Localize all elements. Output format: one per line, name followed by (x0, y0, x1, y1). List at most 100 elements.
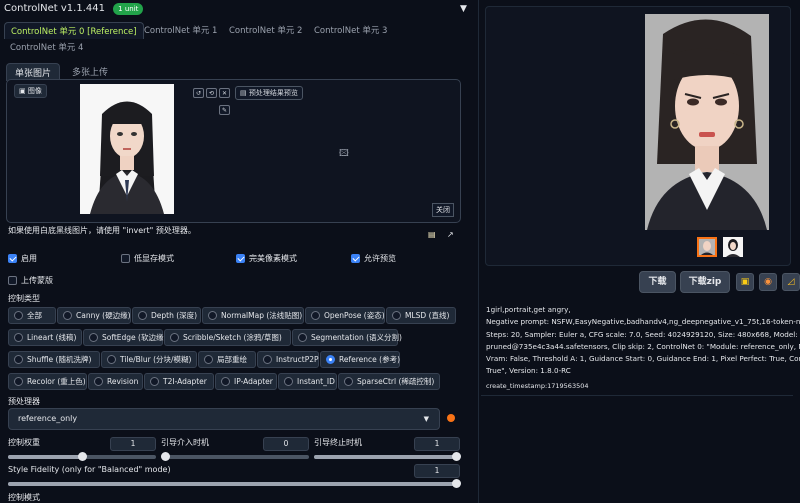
radio-label: Instant_ID (297, 377, 335, 386)
control-weight-slider[interactable] (8, 452, 156, 461)
control-type-normalmap[interactable]: NormalMap (法线贴图) (202, 307, 304, 324)
tab-batch-upload[interactable]: 多张上传 (64, 63, 116, 80)
radio-label: SparseCtrl (稀疏控制) (357, 377, 435, 386)
enable-checkbox[interactable]: 启用 (8, 253, 37, 264)
radio-label: InstructP2P (276, 355, 319, 364)
run-preprocessor-icon[interactable] (447, 414, 455, 422)
control-type-depth[interactable]: Depth (深度) (132, 307, 201, 324)
controlnet-header[interactable]: ControlNet v1.1.441 1 unit (4, 3, 144, 15)
control-type-sparsectrl[interactable]: SparseCtrl (稀疏控制) (338, 373, 440, 390)
guidance-end-label: 引导终止时机 (314, 438, 362, 447)
control-type-openpose[interactable]: OpenPose (姿态) (305, 307, 385, 324)
control-type-shuffle[interactable]: Shuffle (随机洗牌) (8, 351, 100, 368)
radio-dot (344, 377, 353, 386)
allow-preview-checkbox[interactable]: 允许预览 (351, 253, 396, 264)
radio-label: NormalMap (法线贴图) (221, 311, 303, 320)
info-line: pruned@735e4c3a44.safetensors, Clip skip… (486, 341, 800, 351)
control-type-reference[interactable]: Reference (参考) (320, 351, 400, 368)
unit-count-badge: 1 unit (113, 3, 144, 15)
download-zip-button[interactable]: 下载zip (680, 271, 730, 293)
upload-mask-checkbox-box (8, 276, 17, 285)
thumb-portrait-drawing (723, 237, 743, 257)
close-preview-button[interactable]: 关闭 (432, 203, 454, 217)
control-type-segmentation[interactable]: Segmentation (语义分割) (292, 329, 402, 346)
dropdown-arrow-icon: ▼ (423, 415, 429, 423)
radio-label: Recolor (重上色) (27, 377, 86, 386)
app-root: ControlNet v1.1.441 1 unit ▼ ControlNet … (0, 0, 800, 503)
document-icon[interactable]: ▤ (428, 230, 436, 239)
radio-dot (14, 377, 23, 386)
reference-portrait-drawing (80, 84, 174, 214)
control-type-t2i-adapter[interactable]: T2I-Adapter (144, 373, 214, 390)
enable-checkbox-box (8, 254, 17, 263)
low-vram-checkbox-box (121, 254, 130, 263)
pixel-perfect-checkbox-box (236, 254, 245, 263)
control-weight-input[interactable]: 1 (110, 437, 156, 451)
gallery-thumbnail-selected[interactable] (697, 237, 717, 257)
control-type-mlsd[interactable]: MLSD (直线) (386, 307, 456, 324)
clear-icon[interactable]: ✕ (219, 88, 230, 98)
generation-info: 1girl,portrait,get angry, Negative promp… (486, 304, 800, 378)
control-type-tile[interactable]: Tile/Blur (分块/模糊) (101, 351, 197, 368)
control-type-inpaint[interactable]: 局部重绘 (198, 351, 256, 368)
guidance-end-slider[interactable] (314, 452, 461, 461)
guidance-start-slider[interactable] (161, 452, 309, 461)
radio-label: MLSD (直线) (405, 311, 450, 320)
control-type-scribble[interactable]: Scribble/Sketch (涂鸦/草图) (164, 329, 291, 346)
style-fidelity-input[interactable]: 1 (414, 464, 460, 478)
control-type-all[interactable]: 全部 (8, 307, 56, 324)
info-line: Negative prompt: NSFW,EasyNegative,badha… (486, 317, 800, 327)
radio-dot (138, 311, 147, 320)
tab-unit-1[interactable]: ControlNet 单元 1 (138, 22, 223, 38)
radio-dot (392, 311, 401, 320)
send-dimensions-icon[interactable]: ↗ (447, 230, 454, 239)
radio-dot (150, 377, 159, 386)
undo-icon[interactable]: ↺ (193, 88, 204, 98)
control-type-canny[interactable]: Canny (硬边缘) (57, 307, 131, 324)
image-upload-area[interactable] (6, 79, 461, 223)
control-type-recolor[interactable]: Recolor (重上色) (8, 373, 87, 390)
allow-preview-label: 允许预览 (364, 254, 396, 263)
style-fidelity-slider[interactable] (8, 479, 461, 488)
tab-unit-3[interactable]: ControlNet 单元 3 (308, 22, 393, 38)
edit-icon[interactable]: ✎ (219, 105, 230, 115)
radio-label: T2I-Adapter (163, 377, 207, 386)
collapse-caret-icon[interactable]: ▼ (460, 4, 467, 14)
slider-thumb[interactable] (161, 452, 170, 461)
upload-mask-checkbox[interactable]: 上传蒙版 (8, 275, 53, 286)
tab-unit-4[interactable]: ControlNet 单元 4 (4, 39, 89, 55)
preprocess-preview-button[interactable]: ▤ 预处理结果预览 (235, 86, 303, 100)
slider-thumb[interactable] (452, 479, 461, 488)
guidance-start-input[interactable]: 0 (263, 437, 309, 451)
image-icon[interactable]: ▣ (736, 273, 754, 291)
preview-button-label: 预处理结果预览 (248, 89, 298, 97)
radio-dot (14, 355, 23, 364)
control-type-instructp2p[interactable]: InstructP2P (257, 351, 319, 368)
guidance-end-input[interactable]: 1 (414, 437, 460, 451)
control-type-revision[interactable]: Revision (88, 373, 143, 390)
control-weight-label: 控制权重 (8, 438, 40, 447)
radio-dot (221, 377, 230, 386)
slider-thumb[interactable] (78, 452, 87, 461)
control-type-instant-id[interactable]: Instant_ID (278, 373, 337, 390)
tab-unit-0[interactable]: ControlNet 单元 0 [Reference] (4, 22, 144, 39)
pixel-perfect-checkbox[interactable]: 完美像素模式 (236, 253, 297, 264)
palette-icon[interactable]: ◉ (759, 273, 777, 291)
slider-thumb[interactable] (452, 452, 461, 461)
ruler-icon[interactable]: ◿ (782, 273, 800, 291)
control-type-lineart[interactable]: Lineart (线稿) (8, 329, 82, 346)
low-vram-checkbox[interactable]: 低显存模式 (121, 253, 174, 264)
guidance-start-label: 引导介入时机 (161, 438, 209, 447)
control-type-ip-adapter[interactable]: IP-Adapter (215, 373, 277, 390)
control-type-softedge[interactable]: SoftEdge (软边缘) (83, 329, 166, 346)
allow-preview-checkbox-box (351, 254, 360, 263)
radio-dot (298, 333, 307, 342)
reset-icon[interactable]: ⟲ (206, 88, 217, 98)
download-button[interactable]: 下载 (639, 271, 676, 293)
generated-image[interactable] (645, 14, 769, 230)
radio-label: Revision (107, 377, 139, 386)
radio-label: 局部重绘 (217, 355, 247, 364)
tab-unit-2[interactable]: ControlNet 单元 2 (223, 22, 308, 38)
preprocessor-select[interactable]: reference_only ▼ (8, 408, 440, 430)
gallery-thumbnail[interactable] (723, 237, 743, 257)
